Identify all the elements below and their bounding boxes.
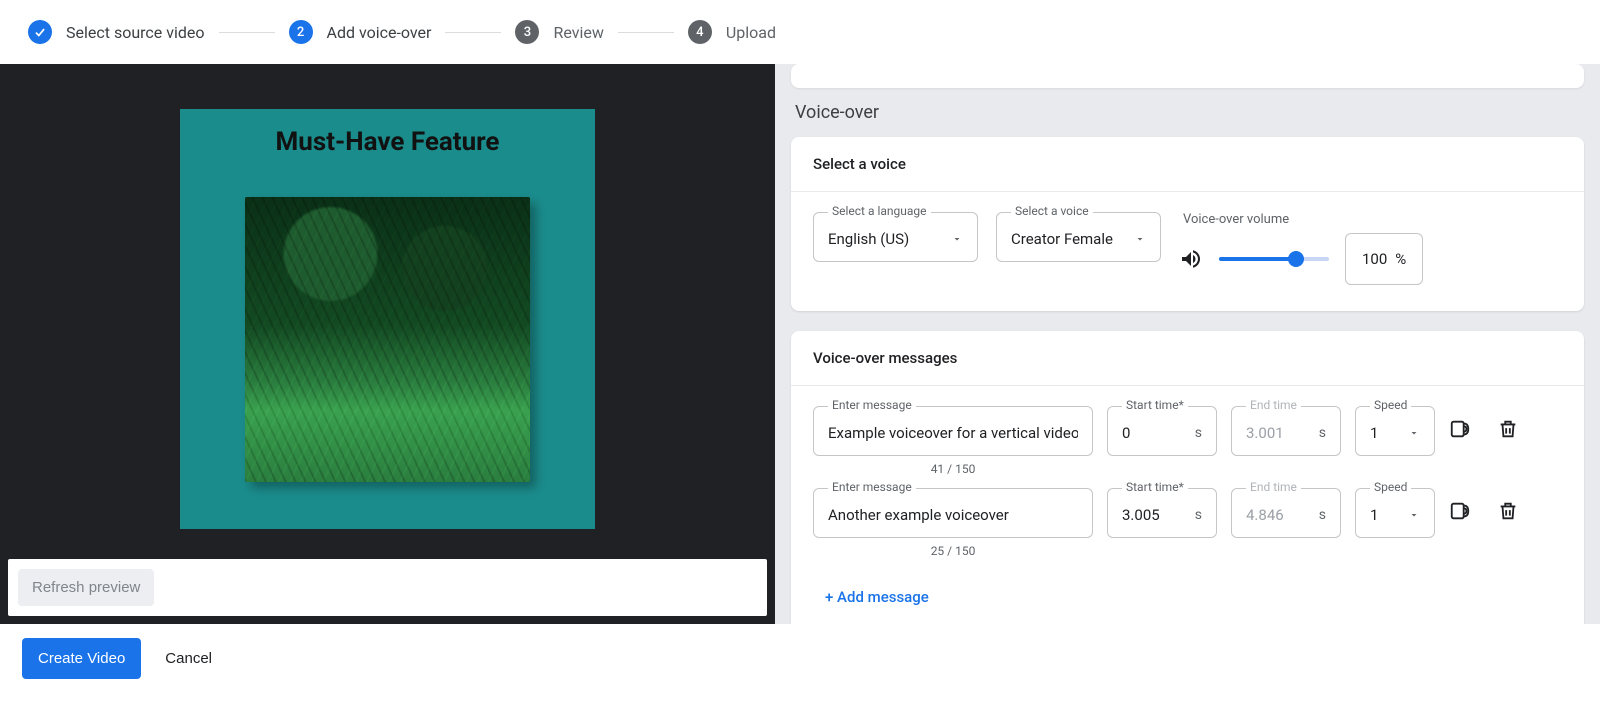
- canvas-title: Must-Have Feature: [276, 127, 500, 157]
- field-value: 3.005: [1122, 506, 1195, 524]
- voice-card-header: Select a voice: [791, 137, 1584, 192]
- char-counter: 25 / 150: [813, 544, 1093, 558]
- step-add-voiceover[interactable]: 2 Add voice-over: [289, 20, 432, 44]
- volume-input[interactable]: 100 %: [1345, 233, 1423, 285]
- field-label: Start time*: [1122, 480, 1188, 494]
- step-number: 3: [515, 20, 539, 44]
- char-counter: 41 / 150: [813, 462, 1093, 476]
- slider-fill: [1219, 257, 1296, 261]
- check-icon: [28, 20, 52, 44]
- config-panel: Voice-over Select a voice Select a langu…: [775, 64, 1600, 624]
- slider-thumb[interactable]: [1288, 251, 1304, 267]
- footer: Create Video Cancel: [0, 624, 1600, 693]
- field-value: 4.846: [1246, 506, 1319, 524]
- step-label: Add voice-over: [327, 23, 432, 42]
- language-select[interactable]: Select a language English (US): [813, 212, 978, 262]
- end-time-input: End time 3.001 s: [1231, 406, 1341, 456]
- volume-label: Voice-over volume: [1183, 212, 1423, 227]
- field-value: 3.001: [1246, 424, 1319, 442]
- step-label: Upload: [726, 23, 776, 42]
- unit-label: s: [1319, 425, 1326, 441]
- start-time-input[interactable]: Start time* 0 s: [1107, 406, 1217, 456]
- field-value: Example voiceover for a vertical video a: [828, 424, 1078, 442]
- field-label: End time: [1246, 480, 1301, 494]
- refresh-bar: Refresh preview: [8, 559, 767, 616]
- field-value: Another example voiceover: [828, 506, 1078, 524]
- speed-select[interactable]: Speed 1: [1355, 488, 1435, 538]
- delete-icon[interactable]: [1497, 500, 1519, 522]
- unit-label: s: [1195, 507, 1202, 523]
- refresh-preview-button[interactable]: Refresh preview: [18, 569, 154, 606]
- chevron-down-icon: [1134, 233, 1146, 245]
- cancel-button[interactable]: Cancel: [165, 650, 212, 667]
- preview-area: Must-Have Feature: [0, 64, 775, 551]
- volume-slider[interactable]: [1219, 257, 1329, 261]
- unit-label: s: [1319, 507, 1326, 523]
- field-label: Select a voice: [1011, 204, 1093, 218]
- field-label: End time: [1246, 398, 1301, 412]
- prev-card-tail: [791, 64, 1584, 88]
- section-title: Voice-over: [795, 102, 1584, 123]
- volume-group: Voice-over volume 100 %: [1179, 212, 1423, 285]
- step-label: Review: [553, 23, 603, 42]
- field-value: English (US): [828, 230, 943, 248]
- step-label: Select source video: [66, 23, 205, 42]
- delete-icon[interactable]: [1497, 418, 1519, 440]
- step-number: 2: [289, 20, 313, 44]
- step-connector: [618, 32, 674, 33]
- messages-card: Voice-over messages Enter message Exampl…: [791, 331, 1584, 624]
- preview-panel: Must-Have Feature Refresh preview: [0, 64, 775, 624]
- step-connector: [445, 32, 501, 33]
- field-label: Speed: [1370, 398, 1411, 412]
- messages-card-header: Voice-over messages: [791, 331, 1584, 386]
- message-input[interactable]: Enter message Example voiceover for a ve…: [813, 406, 1093, 456]
- chevron-down-icon: [1408, 509, 1420, 521]
- speed-select[interactable]: Speed 1: [1355, 406, 1435, 456]
- start-time-input[interactable]: Start time* 3.005 s: [1107, 488, 1217, 538]
- play-preview-icon[interactable]: [1449, 500, 1471, 522]
- step-select-source[interactable]: Select source video: [28, 20, 205, 44]
- step-review[interactable]: 3 Review: [515, 20, 603, 44]
- voice-select[interactable]: Select a voice Creator Female: [996, 212, 1161, 262]
- chevron-down-icon: [951, 233, 963, 245]
- message-row: Enter message Example voiceover for a ve…: [813, 406, 1562, 476]
- field-label: Enter message: [828, 398, 916, 412]
- step-connector: [219, 32, 275, 33]
- field-value: 1: [1370, 506, 1400, 524]
- step-number: 4: [688, 20, 712, 44]
- message-row: Enter message Another example voiceover …: [813, 488, 1562, 558]
- field-value: 0: [1122, 424, 1195, 442]
- volume-unit: %: [1395, 250, 1406, 268]
- unit-label: s: [1195, 425, 1202, 441]
- field-value: Creator Female: [1011, 230, 1126, 248]
- volume-value: 100: [1362, 250, 1387, 268]
- field-label: Select a language: [828, 204, 931, 218]
- step-upload[interactable]: 4 Upload: [688, 20, 776, 44]
- voice-card: Select a voice Select a language English…: [791, 137, 1584, 311]
- add-message-button[interactable]: + Add message: [825, 588, 929, 606]
- field-label: Speed: [1370, 480, 1411, 494]
- create-video-button[interactable]: Create Video: [22, 638, 141, 679]
- canvas-image: [245, 197, 530, 482]
- video-canvas: Must-Have Feature: [180, 109, 595, 529]
- field-label: Enter message: [828, 480, 916, 494]
- chevron-down-icon: [1408, 427, 1420, 439]
- field-label: Start time*: [1122, 398, 1188, 412]
- main-layout: Must-Have Feature Refresh preview Voice-…: [0, 64, 1600, 624]
- field-value: 1: [1370, 424, 1400, 442]
- volume-icon: [1179, 247, 1203, 271]
- stepper: Select source video 2 Add voice-over 3 R…: [0, 0, 1600, 64]
- message-input[interactable]: Enter message Another example voiceover: [813, 488, 1093, 538]
- end-time-input: End time 4.846 s: [1231, 488, 1341, 538]
- play-preview-icon[interactable]: [1449, 418, 1471, 440]
